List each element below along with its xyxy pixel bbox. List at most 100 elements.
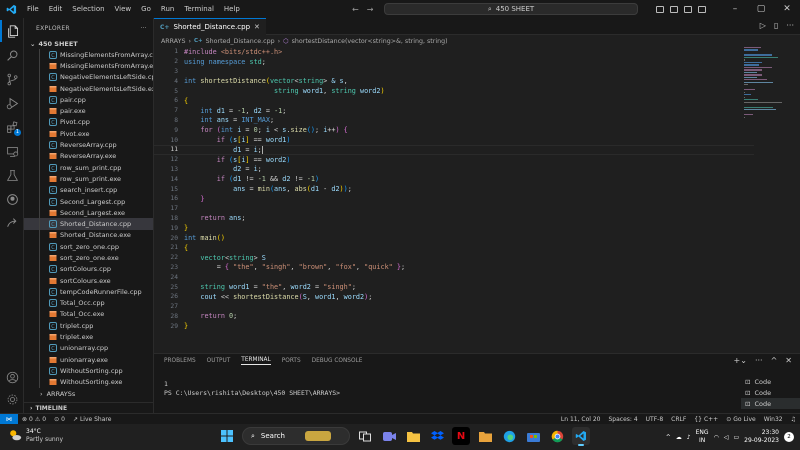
panel-tab-output[interactable]: OUTPUT <box>207 358 231 364</box>
menu-view[interactable]: View <box>110 0 137 18</box>
more-actions-icon[interactable]: ··· <box>786 21 794 30</box>
weather-widget[interactable]: 34°C Partly sunny <box>8 428 63 444</box>
windows-start-icon[interactable] <box>218 427 236 445</box>
code-editor[interactable]: 1 #include <bits/stdc++.h> 2 using namespac… <box>154 47 754 331</box>
file-item[interactable]: Ctriplet.cpp <box>24 320 153 332</box>
file-item[interactable]: CsortColours.cpp <box>24 263 153 275</box>
encoding[interactable]: UTF-8 <box>642 416 668 423</box>
file-item[interactable]: WithoutSorting.exe <box>24 376 153 388</box>
notifications-icon[interactable]: ♫ <box>787 416 800 423</box>
menu-help[interactable]: Help <box>219 0 245 18</box>
run-code-icon[interactable]: ▷ <box>760 21 766 30</box>
customize-layout-icon[interactable] <box>698 5 706 13</box>
minimize-button[interactable]: – <box>722 0 748 18</box>
live-share-indicator[interactable]: ↗ Live Share <box>69 416 116 423</box>
file-item[interactable]: Shorted_Distance.exe <box>24 229 153 242</box>
folder-450-sheet[interactable]: ⌄ 450 SHEET <box>24 38 153 49</box>
file-item[interactable]: Second_Largest.exe <box>24 207 153 219</box>
maximize-panel-icon[interactable]: ^ <box>771 356 778 365</box>
panel-tab-ports[interactable]: PORTS <box>282 358 301 364</box>
menu-selection[interactable]: Selection <box>67 0 109 18</box>
netflix-icon[interactable]: N <box>452 427 470 445</box>
testing-icon[interactable] <box>0 164 24 186</box>
file-item[interactable]: C Second_Largest.cpp <box>24 195 153 208</box>
file-item[interactable]: row_sum_print.exe <box>24 173 153 185</box>
terminal-instance[interactable]: ⊡ Code <box>741 376 800 387</box>
minimap[interactable] <box>744 47 784 118</box>
terminal-instance[interactable]: ⊡ Code <box>741 387 800 398</box>
file-item[interactable]: CtempCodeRunnerFile.cpp <box>24 286 153 298</box>
menu-terminal[interactable]: Terminal <box>179 0 219 18</box>
more-actions-icon[interactable]: ··· <box>140 25 147 32</box>
file-item[interactable]: Csearch_insert.cpp <box>24 184 153 196</box>
volume-icon[interactable]: ◁ <box>724 434 729 441</box>
menu-edit[interactable]: Edit <box>44 0 68 18</box>
clock[interactable]: 23:30 29-09-2023 <box>744 429 779 445</box>
terminal-instance[interactable]: ⊡ Code <box>741 398 800 409</box>
new-terminal-icon[interactable]: +⌄ <box>734 356 747 365</box>
ports-indicator[interactable]: ⊙ 0 <box>50 416 69 423</box>
search-icon[interactable] <box>0 44 24 66</box>
end-of-line[interactable]: CRLF <box>667 416 690 423</box>
github-icon[interactable] <box>0 188 24 210</box>
file-item[interactable]: C NegativeElementsLeftSide.cpp <box>24 71 153 83</box>
close-panel-icon[interactable]: ✕ <box>785 356 792 365</box>
notification-badge[interactable]: 2 <box>784 432 794 442</box>
close-button[interactable]: ✕ <box>774 0 800 18</box>
chrome-icon[interactable] <box>548 427 566 445</box>
file-item[interactable]: Pivot.exe <box>24 128 153 140</box>
cursor-position[interactable]: Ln 11, Col 20 <box>557 416 605 423</box>
file-item[interactable]: C Total_Occ.cpp <box>24 297 153 309</box>
file-item[interactable]: C WithoutSorting.cpp <box>24 365 153 377</box>
file-item[interactable]: C MissingElementsFromArray.cpp <box>24 49 153 61</box>
more-actions-icon[interactable]: ··· <box>755 356 763 365</box>
file-item[interactable]: pair.exe <box>24 105 153 117</box>
gear-icon[interactable] <box>0 388 24 410</box>
task-view-icon[interactable] <box>356 427 374 445</box>
split-editor-icon[interactable]: ▯ <box>774 21 778 30</box>
speaker-icon[interactable]: ♪ <box>687 434 691 441</box>
file-item[interactable]: unionarray.exe <box>24 354 153 366</box>
chevron-up-icon[interactable]: ^ <box>666 434 671 441</box>
language-indicator[interactable]: ENG IN <box>696 429 709 445</box>
language-mode[interactable]: {} C++ <box>690 416 722 423</box>
file-item[interactable]: triplet.exe <box>24 331 153 343</box>
toggle-secondary-sidebar-icon[interactable] <box>684 5 692 13</box>
source-control-icon[interactable] <box>0 68 24 90</box>
command-center[interactable]: ⌕ 450 SHEET <box>384 3 638 15</box>
breadcrumb-folder[interactable]: ARRAYS <box>161 38 185 45</box>
file-item[interactable]: Cpair.cpp <box>24 94 153 106</box>
panel-tab-problems[interactable]: PROBLEMS <box>164 358 196 364</box>
folder-arrays[interactable]: › ARRAYSs <box>24 388 153 399</box>
toggle-primary-sidebar-icon[interactable] <box>656 5 664 13</box>
explorer-icon[interactable] <box>0 20 24 42</box>
tab-shorted-distance[interactable]: C+ Shorted_Distance.cpp ✕ <box>154 18 266 35</box>
close-icon[interactable]: ✕ <box>254 23 260 31</box>
remote-indicator-icon[interactable]: ⋈ <box>0 413 18 425</box>
file-item[interactable]: sort_zero_one.exe <box>24 252 153 264</box>
breadcrumb-symbol[interactable]: shortestDistance(vector<string>&, string… <box>292 38 448 45</box>
breadcrumb-file[interactable]: Shorted_Distance.cpp <box>206 38 275 45</box>
maximize-button[interactable]: ▢ <box>748 0 774 18</box>
edge-icon[interactable] <box>500 427 518 445</box>
go-live-button[interactable]: ⊙ Go Live <box>722 416 760 423</box>
taskbar-search[interactable]: ⌕ Search <box>242 427 350 445</box>
meet-icon[interactable] <box>380 427 398 445</box>
menu-run[interactable]: Run <box>156 0 179 18</box>
live-share-icon[interactable] <box>0 212 24 234</box>
file-item[interactable]: NegativeElementsLeftSide.exe <box>24 82 153 95</box>
file-item[interactable]: sortColours.exe <box>24 274 153 287</box>
cloud-icon[interactable]: ☁ <box>676 434 682 441</box>
timeline-section[interactable]: › TIMELINE <box>24 402 153 413</box>
battery-icon[interactable]: ▭ <box>733 434 739 441</box>
back-arrow-icon[interactable]: ← <box>352 5 359 14</box>
file-item[interactable]: Crow_sum_print.cpp <box>24 161 153 174</box>
file-item[interactable]: C Shorted_Distance.cpp <box>24 218 153 230</box>
file-item[interactable]: Total_Occ.exe <box>24 308 153 321</box>
file-item[interactable]: C ReverseArray.cpp <box>24 139 153 151</box>
run-debug-icon[interactable] <box>0 92 24 114</box>
terminal-output[interactable]: 1 PS C:\Users\rishita\Desktop\450 SHEET\… <box>164 380 340 398</box>
extensions-icon[interactable]: 1 <box>0 116 24 138</box>
panel-tab-debug-console[interactable]: DEBUG CONSOLE <box>312 358 363 364</box>
dropbox-icon[interactable] <box>428 427 446 445</box>
